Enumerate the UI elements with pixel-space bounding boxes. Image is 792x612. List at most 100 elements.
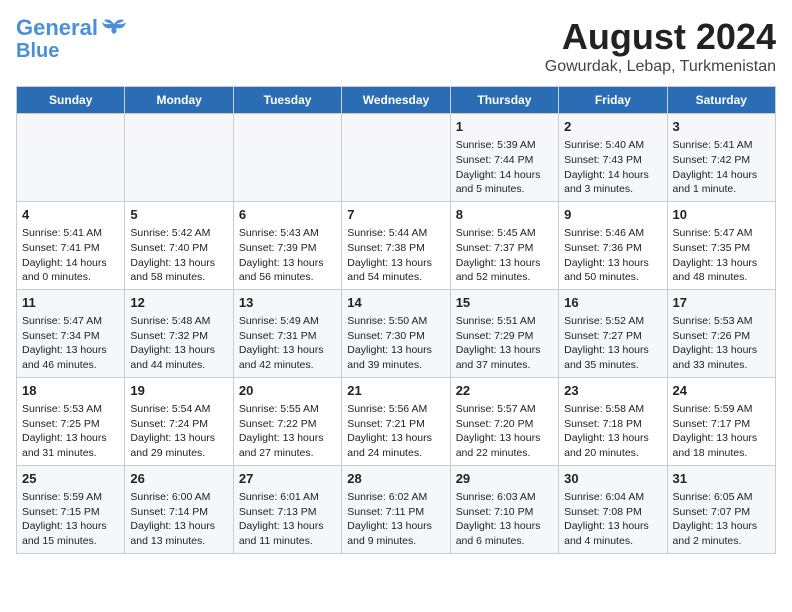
calendar-week-4: 18Sunrise: 5:53 AMSunset: 7:25 PMDayligh… [17,377,776,465]
day-info: Sunrise: 5:44 AM [347,226,444,241]
day-number: 13 [239,294,336,312]
day-info: Daylight: 13 hours [564,343,661,358]
calendar-cell: 9Sunrise: 5:46 AMSunset: 7:36 PMDaylight… [559,201,667,289]
calendar-cell: 24Sunrise: 5:59 AMSunset: 7:17 PMDayligh… [667,377,775,465]
day-info: and 15 minutes. [22,534,119,549]
calendar-cell: 25Sunrise: 5:59 AMSunset: 7:15 PMDayligh… [17,465,125,553]
day-info: and 0 minutes. [22,270,119,285]
day-info: and 22 minutes. [456,446,553,461]
logo-blue-text: Blue [16,40,59,62]
day-info: and 20 minutes. [564,446,661,461]
day-info: and 44 minutes. [130,358,227,373]
calendar-cell: 31Sunrise: 6:05 AMSunset: 7:07 PMDayligh… [667,465,775,553]
calendar-cell: 28Sunrise: 6:02 AMSunset: 7:11 PMDayligh… [342,465,450,553]
day-info: and 6 minutes. [456,534,553,549]
day-info: and 37 minutes. [456,358,553,373]
day-number: 26 [130,470,227,488]
day-info: and 24 minutes. [347,446,444,461]
calendar-cell: 12Sunrise: 5:48 AMSunset: 7:32 PMDayligh… [125,289,233,377]
calendar-week-1: 1Sunrise: 5:39 AMSunset: 7:44 PMDaylight… [17,114,776,202]
calendar-cell [233,114,341,202]
day-info: Sunset: 7:27 PM [564,329,661,344]
header-sunday: Sunday [17,87,125,114]
day-info: Sunset: 7:10 PM [456,505,553,520]
day-number: 25 [22,470,119,488]
day-number: 12 [130,294,227,312]
day-info: Sunset: 7:15 PM [22,505,119,520]
title-area: August 2024 Gowurdak, Lebap, Turkmenista… [545,16,776,76]
calendar-cell: 16Sunrise: 5:52 AMSunset: 7:27 PMDayligh… [559,289,667,377]
day-number: 28 [347,470,444,488]
calendar-cell: 11Sunrise: 5:47 AMSunset: 7:34 PMDayligh… [17,289,125,377]
day-info: and 3 minutes. [564,182,661,197]
day-info: Sunrise: 5:52 AM [564,314,661,329]
day-info: Daylight: 13 hours [564,431,661,446]
day-info: and 2 minutes. [673,534,770,549]
calendar-cell: 4Sunrise: 5:41 AMSunset: 7:41 PMDaylight… [17,201,125,289]
calendar-cell: 26Sunrise: 6:00 AMSunset: 7:14 PMDayligh… [125,465,233,553]
day-info: and 11 minutes. [239,534,336,549]
day-info: Daylight: 14 hours [673,168,770,183]
day-info: Sunrise: 5:41 AM [673,138,770,153]
day-info: and 13 minutes. [130,534,227,549]
day-info: Sunset: 7:42 PM [673,153,770,168]
calendar-cell: 21Sunrise: 5:56 AMSunset: 7:21 PMDayligh… [342,377,450,465]
day-info: Sunset: 7:39 PM [239,241,336,256]
header-thursday: Thursday [450,87,558,114]
day-info: Daylight: 13 hours [239,256,336,271]
day-info: Sunset: 7:30 PM [347,329,444,344]
day-number: 1 [456,118,553,136]
calendar-cell: 10Sunrise: 5:47 AMSunset: 7:35 PMDayligh… [667,201,775,289]
calendar-cell: 20Sunrise: 5:55 AMSunset: 7:22 PMDayligh… [233,377,341,465]
calendar-header: Sunday Monday Tuesday Wednesday Thursday… [17,87,776,114]
day-info: Sunset: 7:35 PM [673,241,770,256]
calendar-cell: 2Sunrise: 5:40 AMSunset: 7:43 PMDaylight… [559,114,667,202]
day-info: Daylight: 13 hours [456,256,553,271]
day-info: Sunset: 7:08 PM [564,505,661,520]
day-info: and 58 minutes. [130,270,227,285]
day-info: Daylight: 13 hours [239,343,336,358]
day-info: Sunset: 7:36 PM [564,241,661,256]
day-info: Sunrise: 6:04 AM [564,490,661,505]
day-number: 27 [239,470,336,488]
day-info: and 42 minutes. [239,358,336,373]
header-row: Sunday Monday Tuesday Wednesday Thursday… [17,87,776,114]
day-info: Daylight: 13 hours [239,431,336,446]
day-info: Sunrise: 5:50 AM [347,314,444,329]
day-info: Sunrise: 5:42 AM [130,226,227,241]
day-info: Daylight: 13 hours [130,431,227,446]
day-info: Sunset: 7:29 PM [456,329,553,344]
day-info: Sunrise: 6:05 AM [673,490,770,505]
day-info: Sunset: 7:20 PM [456,417,553,432]
day-info: and 1 minute. [673,182,770,197]
day-number: 20 [239,382,336,400]
day-info: and 52 minutes. [456,270,553,285]
day-info: Daylight: 13 hours [22,431,119,446]
day-number: 9 [564,206,661,224]
calendar-cell: 27Sunrise: 6:01 AMSunset: 7:13 PMDayligh… [233,465,341,553]
day-info: Daylight: 13 hours [347,431,444,446]
calendar-cell [125,114,233,202]
day-info: Daylight: 13 hours [239,519,336,534]
day-info: Sunrise: 5:59 AM [673,402,770,417]
day-info: Daylight: 14 hours [22,256,119,271]
day-info: Sunset: 7:41 PM [22,241,119,256]
day-number: 6 [239,206,336,224]
day-info: Daylight: 13 hours [347,256,444,271]
day-number: 22 [456,382,553,400]
day-info: Sunrise: 5:41 AM [22,226,119,241]
day-info: and 27 minutes. [239,446,336,461]
day-info: Sunrise: 6:03 AM [456,490,553,505]
day-info: Sunrise: 5:47 AM [673,226,770,241]
day-number: 11 [22,294,119,312]
calendar-cell: 19Sunrise: 5:54 AMSunset: 7:24 PMDayligh… [125,377,233,465]
header: General Blue August 2024 Gowurdak, Lebap… [16,16,776,76]
day-info: Sunset: 7:37 PM [456,241,553,256]
subtitle: Gowurdak, Lebap, Turkmenistan [545,58,776,76]
day-info: and 39 minutes. [347,358,444,373]
day-info: Sunset: 7:22 PM [239,417,336,432]
calendar-week-5: 25Sunrise: 5:59 AMSunset: 7:15 PMDayligh… [17,465,776,553]
calendar-cell: 15Sunrise: 5:51 AMSunset: 7:29 PMDayligh… [450,289,558,377]
day-info: Sunset: 7:07 PM [673,505,770,520]
day-info: Sunrise: 5:45 AM [456,226,553,241]
